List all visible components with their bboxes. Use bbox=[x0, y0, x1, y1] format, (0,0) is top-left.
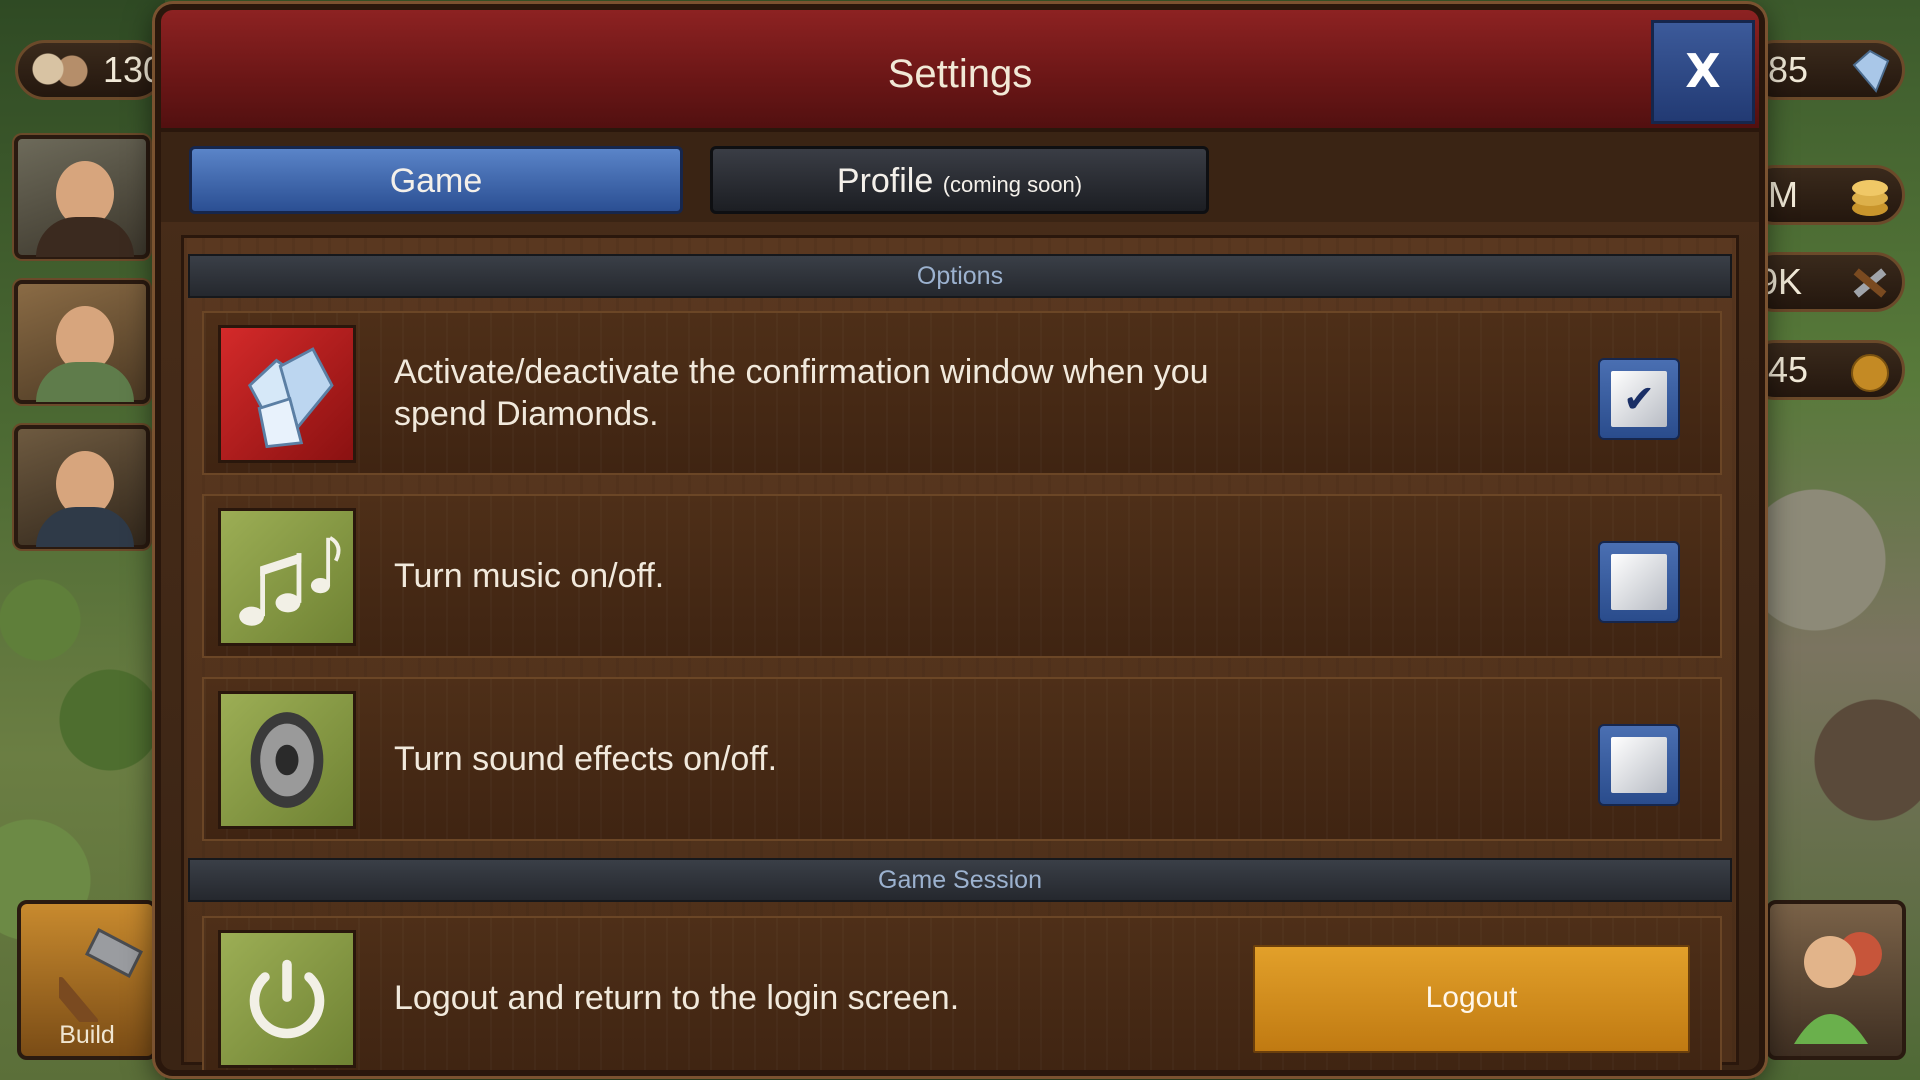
dialog-title-bar: Settings X bbox=[161, 10, 1759, 132]
tab-bar: Game Profile (coming soon) bbox=[161, 132, 1759, 222]
option-text: Turn sound effects on/off. bbox=[394, 740, 778, 778]
option-row-music: Turn music on/off. bbox=[202, 494, 1722, 658]
diamonds-icon bbox=[218, 325, 356, 463]
diamond-icon bbox=[1852, 49, 1890, 93]
check-mark-icon: ✔ bbox=[1623, 377, 1655, 421]
tab-profile-suffix: (coming soon) bbox=[942, 172, 1083, 197]
sound-effects-checkbox[interactable] bbox=[1598, 724, 1680, 806]
settings-content: Options Activate/deactivate the confirma… bbox=[181, 235, 1739, 1070]
tab-game-label: Game bbox=[389, 162, 483, 200]
social-button[interactable] bbox=[1766, 900, 1906, 1060]
checkbox-box: ✔ bbox=[1611, 371, 1667, 427]
checkbox-box bbox=[1611, 737, 1667, 793]
power-icon bbox=[218, 930, 356, 1068]
people-icon bbox=[1794, 932, 1882, 1044]
advisor-body bbox=[36, 217, 134, 257]
speaker-icon bbox=[218, 691, 356, 829]
coins-counter[interactable]: 2M bbox=[1745, 165, 1905, 225]
supplies-icon bbox=[1853, 268, 1887, 298]
section-header-game-session: Game Session bbox=[188, 858, 1732, 902]
diamond-confirm-checkbox[interactable]: ✔ bbox=[1598, 358, 1680, 440]
medals-counter[interactable]: 345 bbox=[1745, 340, 1905, 400]
logout-button[interactable]: Logout bbox=[1253, 945, 1690, 1053]
session-text: Logout and return to the login screen. bbox=[394, 979, 960, 1017]
population-counter[interactable]: 130 bbox=[15, 40, 165, 100]
checkbox-box bbox=[1611, 554, 1667, 610]
close-button[interactable]: X bbox=[1651, 20, 1755, 124]
advisor-portrait-2[interactable] bbox=[14, 280, 150, 404]
option-text: Activate/deactivate the confirmation win… bbox=[394, 353, 1209, 433]
advisor-body bbox=[36, 507, 134, 547]
tab-profile-label: Profile bbox=[836, 162, 934, 200]
dialog-title: Settings bbox=[887, 52, 1033, 96]
settings-dialog: Settings X Game Profile (coming soon) Op… bbox=[155, 4, 1765, 1076]
section-header-options: Options bbox=[188, 254, 1732, 298]
citizens-icon bbox=[28, 47, 90, 95]
supplies-counter[interactable]: .9K bbox=[1745, 252, 1905, 312]
build-label: Build bbox=[59, 1021, 115, 1049]
advisor-portrait-1[interactable] bbox=[14, 135, 150, 259]
hammer-icon bbox=[59, 927, 143, 1022]
music-notes-icon bbox=[218, 508, 356, 646]
tab-game[interactable]: Game bbox=[189, 146, 683, 214]
option-text: Turn music on/off. bbox=[394, 557, 665, 595]
medal-icon bbox=[1851, 354, 1889, 392]
option-row-sound-effects: Turn sound effects on/off. bbox=[202, 677, 1722, 841]
coins-icon bbox=[1852, 180, 1888, 216]
option-row-diamond-confirm: Activate/deactivate the confirmation win… bbox=[202, 311, 1722, 475]
advisor-body bbox=[36, 362, 134, 402]
diamonds-counter[interactable]: 285 bbox=[1745, 40, 1905, 100]
session-row-logout: Logout and return to the login screen. L… bbox=[202, 916, 1722, 1070]
build-button[interactable]: Build bbox=[17, 900, 157, 1060]
tab-profile[interactable]: Profile (coming soon) bbox=[710, 146, 1209, 214]
advisor-portrait-3[interactable] bbox=[14, 425, 150, 549]
music-checkbox[interactable] bbox=[1598, 541, 1680, 623]
